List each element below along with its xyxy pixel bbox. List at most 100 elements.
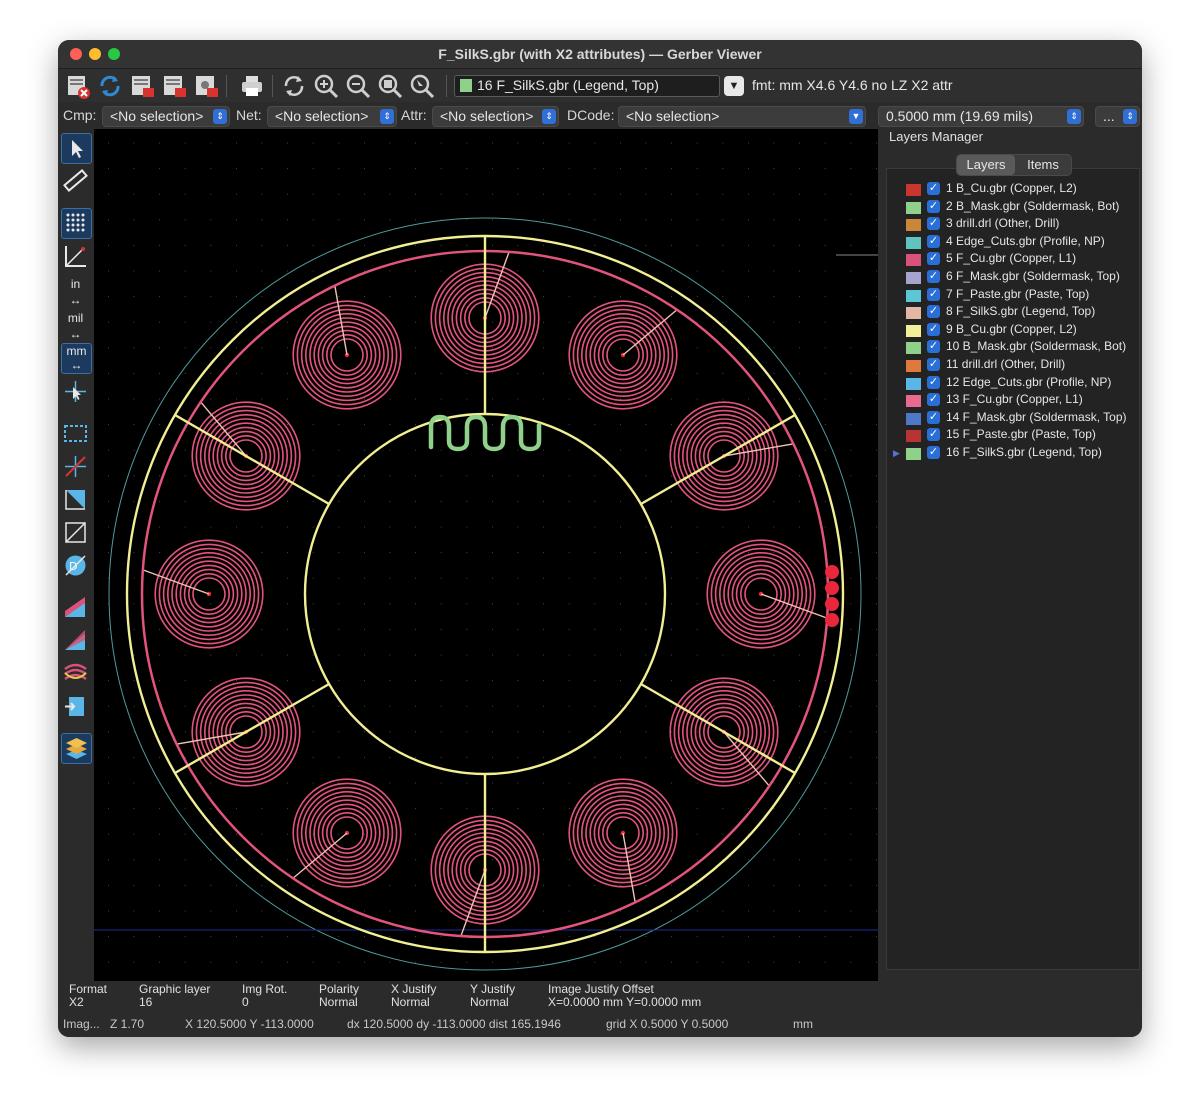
units-inch-button[interactable]: in ↔: [61, 276, 90, 307]
layer-visibility-checkbox[interactable]: ✓: [927, 410, 940, 424]
layer-color-swatch[interactable]: [906, 412, 921, 425]
coil-lead: [334, 285, 348, 356]
dcodes-icon[interactable]: D: [61, 551, 90, 580]
dcode-select[interactable]: <No selection> ▼: [618, 106, 866, 127]
open-gerber-icon[interactable]: [128, 72, 156, 100]
toolbar-separator: [446, 75, 447, 97]
layer-color-swatch[interactable]: [906, 254, 921, 267]
info-img-rot: Img Rot. 0: [242, 983, 287, 1009]
layer-visibility-checkbox[interactable]: ✓: [927, 375, 940, 389]
polygon-sketch-icon[interactable]: [61, 485, 90, 514]
zoom-out-icon[interactable]: [344, 72, 372, 100]
format-readout: fmt: mm X4.6 Y4.6 no LZ X2 attr: [752, 77, 953, 93]
layer-color-swatch[interactable]: [906, 395, 921, 408]
layer-color-swatch[interactable]: [906, 236, 921, 249]
layer-label: 2 B_Mask.gbr (Soldermask, Bot): [946, 198, 1120, 213]
zoom-selection-icon[interactable]: [408, 72, 436, 100]
layer-row[interactable]: ✓ 10 B_Mask.gbr (Soldermask, Bot): [887, 339, 1139, 356]
layer-row[interactable]: ✓ 1 B_Cu.gbr (Copper, L2): [887, 181, 1139, 198]
transparency-icon[interactable]: [61, 659, 90, 688]
board-drawing[interactable]: [94, 129, 878, 981]
lines-sketch-icon[interactable]: [61, 518, 90, 547]
layer-visibility-checkbox[interactable]: ✓: [927, 217, 940, 231]
layers-manager-icon[interactable]: [61, 733, 92, 764]
layer-visibility-checkbox[interactable]: ✓: [927, 182, 940, 195]
zone-outline-icon[interactable]: [61, 419, 90, 448]
layer-row[interactable]: ✓ 6 F_Mask.gbr (Soldermask, Top): [887, 269, 1139, 286]
layer-row[interactable]: ✓ 8 F_SilkS.gbr (Legend, Top): [887, 304, 1139, 321]
layer-row[interactable]: ✓ 11 drill.drl (Other, Drill): [887, 357, 1139, 374]
select-arrow-icon[interactable]: [61, 133, 92, 164]
layer-label: 6 F_Mask.gbr (Soldermask, Top): [946, 269, 1120, 283]
layer-color-swatch[interactable]: [906, 342, 921, 355]
print-icon[interactable]: [238, 72, 266, 100]
layer-visibility-checkbox[interactable]: ✓: [927, 199, 940, 213]
layer-color-swatch[interactable]: [906, 289, 921, 302]
tab-items[interactable]: Items: [1015, 155, 1071, 175]
layer-color-swatch[interactable]: [906, 324, 921, 337]
erase-layer-icon[interactable]: [64, 72, 92, 100]
layer-visibility-checkbox[interactable]: ✓: [927, 287, 940, 301]
layer-color-swatch[interactable]: [906, 272, 921, 284]
net-select[interactable]: <No selection> ⇕: [267, 106, 397, 127]
grid-toggle-icon[interactable]: [61, 208, 92, 239]
cmp-select-value: <No selection>: [110, 108, 204, 124]
zoom-in-icon[interactable]: [312, 72, 340, 100]
units-mm-button[interactable]: mm ↔: [61, 343, 92, 374]
active-layer-label: 16 F_SilkS.gbr (Legend, Top): [477, 77, 659, 93]
layer-visibility-checkbox[interactable]: ✓: [927, 358, 940, 371]
open-drill-icon[interactable]: [160, 72, 188, 100]
tab-layers[interactable]: Layers: [957, 155, 1015, 175]
zoom-select[interactable]: ... ⇕: [1095, 106, 1140, 127]
layer-color-swatch[interactable]: [906, 307, 921, 320]
layer-visibility-checkbox[interactable]: ✓: [927, 305, 940, 319]
redraw-icon[interactable]: [280, 72, 308, 100]
layer-row[interactable]: ✓ 13 F_Cu.gbr (Copper, L1): [887, 392, 1139, 409]
layer-row[interactable]: ✓ 3 drill.drl (Other, Drill): [887, 216, 1139, 233]
polar-coords-icon[interactable]: [61, 242, 90, 271]
layer-row[interactable]: ✓ 7 F_Paste.gbr (Paste, Top): [887, 287, 1139, 304]
grid-size-select[interactable]: 0.5000 mm (19.69 mils) ⇕: [878, 106, 1084, 127]
layer-row[interactable]: ✓ 14 F_Mask.gbr (Soldermask, Top): [887, 410, 1139, 427]
layer-row[interactable]: ✓ 15 F_Paste.gbr (Paste, Top): [887, 427, 1139, 444]
units-mil-button[interactable]: mil ↔: [61, 310, 90, 341]
layer-row[interactable]: ✓ 2 B_Mask.gbr (Soldermask, Bot): [887, 199, 1139, 216]
diff-mode-icon[interactable]: [61, 626, 90, 655]
open-zip-icon[interactable]: [192, 72, 220, 100]
flashed-items-sketch-icon[interactable]: [61, 452, 90, 481]
info-offset-value: X=0.0000 mm Y=0.0000 mm: [548, 995, 702, 1009]
layer-color-swatch[interactable]: [906, 448, 921, 460]
layer-color-swatch[interactable]: [906, 360, 921, 372]
layer-label: 15 F_Paste.gbr (Paste, Top): [946, 427, 1096, 442]
layer-color-swatch[interactable]: [906, 201, 921, 214]
chevron-down-icon[interactable]: ▼: [724, 76, 744, 96]
toggle-layers-icon[interactable]: [61, 692, 90, 721]
measure-ruler-icon[interactable]: [61, 166, 90, 195]
layer-visibility-checkbox[interactable]: ✓: [927, 322, 940, 336]
cmp-select[interactable]: <No selection> ⇕: [102, 106, 230, 127]
gerber-canvas[interactable]: [94, 129, 878, 981]
layer-row[interactable]: ✓ 9 B_Cu.gbr (Copper, L2): [887, 322, 1139, 339]
cursor-crosshair-icon[interactable]: [61, 377, 90, 406]
layer-color-swatch[interactable]: [906, 219, 921, 232]
layer-color-swatch[interactable]: [906, 377, 921, 390]
layer-visibility-checkbox[interactable]: ✓: [927, 340, 940, 354]
active-layer-selector[interactable]: 16 F_SilkS.gbr (Legend, Top): [454, 75, 720, 97]
layer-visibility-checkbox[interactable]: ✓: [927, 252, 940, 266]
layer-row[interactable]: ✓ 12 Edge_Cuts.gbr (Profile, NP): [887, 375, 1139, 392]
negative-objects-icon[interactable]: [61, 593, 90, 622]
layer-visibility-checkbox[interactable]: ✓: [927, 393, 940, 407]
layer-visibility-checkbox[interactable]: ✓: [927, 270, 940, 283]
layer-color-swatch[interactable]: [906, 184, 921, 196]
layer-row[interactable]: ✓ 4 Edge_Cuts.gbr (Profile, NP): [887, 234, 1139, 251]
reload-icon[interactable]: [96, 72, 124, 100]
attr-select[interactable]: <No selection> ⇕: [432, 106, 559, 127]
layer-row[interactable]: ▶ ✓ 16 F_SilkS.gbr (Legend, Top): [887, 445, 1139, 462]
layer-color-swatch[interactable]: [906, 430, 921, 443]
zoom-fit-icon[interactable]: [376, 72, 404, 100]
layer-visibility-checkbox[interactable]: ✓: [927, 446, 940, 459]
layer-visibility-checkbox[interactable]: ✓: [927, 234, 940, 248]
layer-row[interactable]: ✓ 5 F_Cu.gbr (Copper, L1): [887, 251, 1139, 268]
connector-pad: [825, 581, 839, 595]
layer-visibility-checkbox[interactable]: ✓: [927, 428, 940, 442]
